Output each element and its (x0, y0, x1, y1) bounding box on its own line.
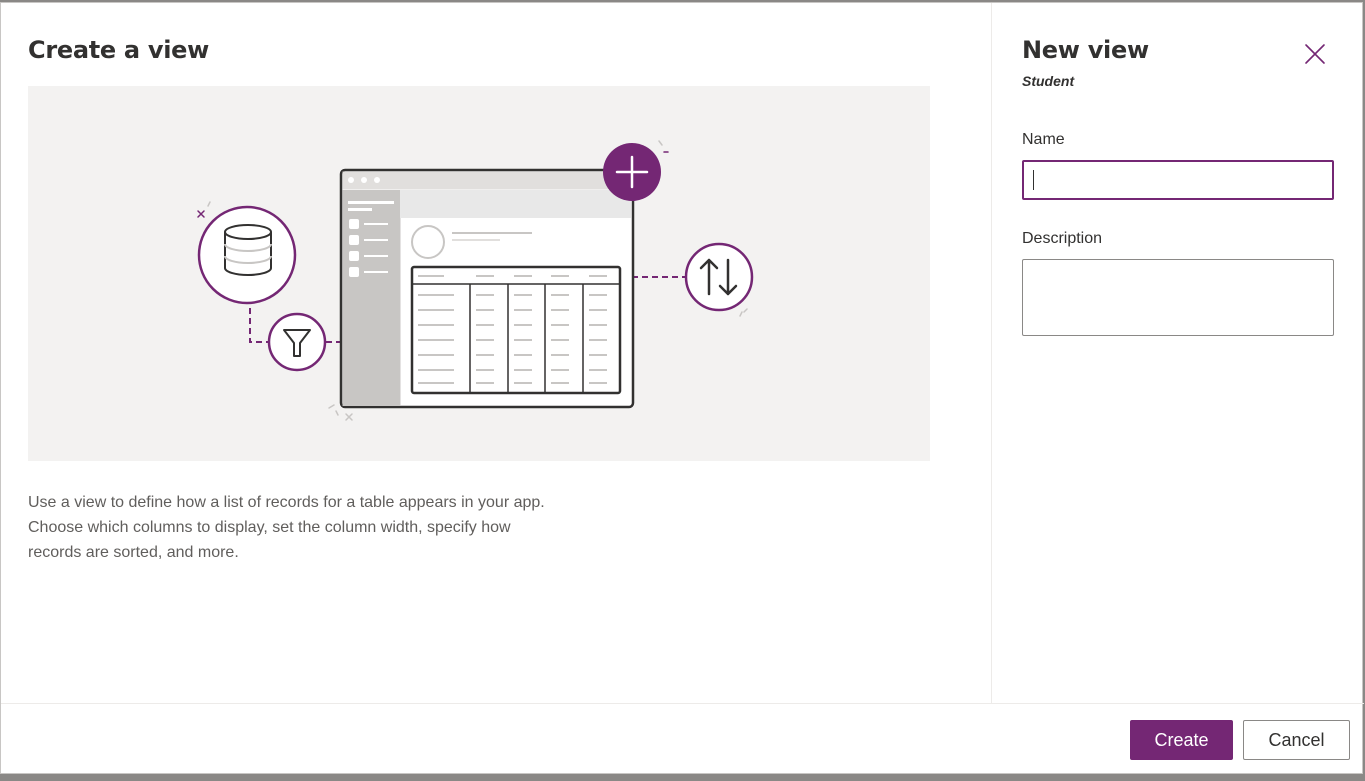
create-button[interactable]: Create (1130, 720, 1233, 760)
plus-icon (603, 143, 661, 201)
view-description: Use a view to define how a list of recor… (28, 494, 545, 561)
close-icon (1305, 44, 1325, 64)
backdrop-strip (0, 774, 1365, 781)
close-button[interactable] (1298, 37, 1332, 71)
app-window-icon (339, 168, 635, 409)
new-view-panel: New view Student Name Description (991, 3, 1364, 703)
illustration-svg (197, 140, 754, 421)
name-label: Name (1022, 131, 1065, 148)
sort-icon (684, 242, 754, 312)
page-title: Create a view (28, 36, 209, 64)
text-caret (1033, 170, 1034, 190)
view-illustration (28, 86, 930, 461)
description-label: Description (1022, 230, 1103, 247)
cancel-button[interactable]: Cancel (1243, 720, 1350, 760)
name-input[interactable] (1022, 160, 1334, 200)
left-pane: Create a view Use a view to define how a… (1, 3, 991, 703)
database-icon (197, 205, 297, 305)
description-input[interactable] (1022, 259, 1334, 336)
create-view-dialog: Create a view Use a view to define how a… (0, 2, 1364, 775)
filter-icon (267, 312, 327, 372)
dialog-footer: Create Cancel (1, 703, 1364, 775)
panel-title: New view (1022, 36, 1149, 64)
table-name-subtitle: Student (1022, 73, 1075, 89)
